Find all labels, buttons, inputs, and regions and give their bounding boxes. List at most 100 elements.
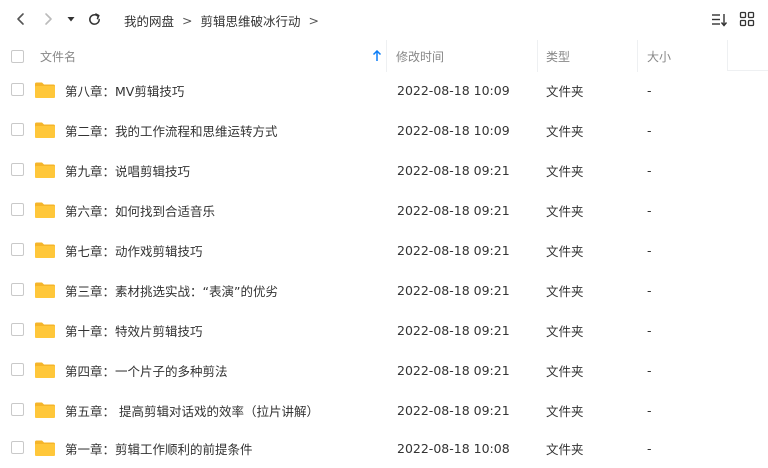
sort-ascending-icon[interactable] (372, 40, 382, 72)
folder-icon (35, 282, 55, 298)
modified-time: 2022-08-18 09:21 (397, 162, 510, 178)
file-type: 文件夹 (546, 203, 584, 219)
header-name[interactable]: 文件名 (40, 40, 76, 72)
select-all-cell (11, 40, 24, 72)
table-row[interactable]: 第三章：素材挑选实战：“表演”的优劣 2022-08-18 09:21 文件夹 … (0, 270, 768, 310)
column-divider[interactable] (537, 40, 538, 72)
folder-icon (35, 202, 55, 218)
folder-icon (35, 402, 55, 418)
breadcrumb-item-root[interactable]: 我的网盘 (124, 11, 174, 30)
file-name[interactable]: 第九章：说唱剪辑技巧 (65, 150, 190, 190)
file-type: 文件夹 (546, 243, 584, 259)
row-checkbox[interactable] (11, 243, 24, 256)
toolbar: 我的网盘 > 剪辑思维破冰行动 > (0, 0, 768, 40)
row-checkbox[interactable] (11, 403, 24, 416)
modified-time: 2022-08-18 09:21 (397, 202, 510, 218)
table-row[interactable]: 第二章：我的工作流程和思维运转方式 2022-08-18 10:09 文件夹 - (0, 110, 768, 150)
refresh-button[interactable] (83, 8, 105, 30)
file-name[interactable]: 第七章：动作戏剪辑技巧 (65, 230, 203, 270)
row-checkbox[interactable] (11, 323, 24, 336)
file-size: - (647, 362, 652, 378)
file-size: - (647, 242, 652, 258)
column-divider[interactable] (386, 40, 387, 72)
sort-list-icon (712, 14, 728, 27)
modified-time: 2022-08-18 09:21 (397, 242, 510, 258)
column-divider[interactable] (637, 40, 638, 72)
file-name[interactable]: 第二章：我的工作流程和思维运转方式 (65, 110, 278, 150)
file-name[interactable]: 第三章：素材挑选实战：“表演”的优劣 (65, 270, 278, 310)
file-name[interactable]: 第五章： 提高剪辑对话戏的效率（拉片讲解） (65, 390, 319, 430)
file-size: - (647, 440, 652, 456)
modified-time: 2022-08-18 10:08 (397, 440, 510, 456)
folder-icon (35, 362, 55, 378)
up-arrow-icon (372, 50, 382, 61)
row-checkbox[interactable] (11, 363, 24, 376)
row-checkbox[interactable] (11, 203, 24, 216)
breadcrumb-separator: > (182, 12, 193, 28)
history-dropdown-button[interactable] (62, 8, 80, 30)
breadcrumb-item-current[interactable]: 剪辑思维破冰行动 (201, 11, 301, 30)
modified-time: 2022-08-18 09:21 (397, 282, 510, 298)
file-type: 文件夹 (546, 403, 584, 419)
folder-icon (35, 162, 55, 178)
folder-icon (35, 122, 55, 138)
table-row[interactable]: 第十章：特效片剪辑技巧 2022-08-18 09:21 文件夹 - (0, 310, 768, 350)
file-size: - (647, 322, 652, 338)
table-row[interactable]: 第四章：一个片子的多种剪法 2022-08-18 09:21 文件夹 - (0, 350, 768, 390)
row-checkbox[interactable] (11, 163, 24, 176)
file-size: - (647, 122, 652, 138)
back-button[interactable] (10, 8, 32, 30)
header-type[interactable]: 类型 (546, 40, 570, 72)
grid-view-button[interactable] (739, 11, 757, 29)
file-name[interactable]: 第八章：MV剪辑技巧 (65, 70, 184, 110)
file-name[interactable]: 第六章：如何找到合适音乐 (65, 190, 215, 230)
table-row[interactable]: 第八章：MV剪辑技巧 2022-08-18 10:09 文件夹 - (0, 70, 768, 110)
file-size: - (647, 282, 652, 298)
breadcrumb: 我的网盘 > 剪辑思维破冰行动 > (124, 0, 327, 40)
table-row[interactable]: 第七章：动作戏剪辑技巧 2022-08-18 09:21 文件夹 - (0, 230, 768, 270)
modified-time: 2022-08-18 10:09 (397, 122, 510, 138)
breadcrumb-separator: > (308, 12, 319, 28)
file-size: - (647, 82, 652, 98)
row-checkbox[interactable] (11, 83, 24, 96)
folder-icon (35, 82, 55, 98)
file-name[interactable]: 第十章：特效片剪辑技巧 (65, 310, 203, 350)
file-type: 文件夹 (546, 123, 584, 139)
table-row[interactable]: 第九章：说唱剪辑技巧 2022-08-18 09:21 文件夹 - (0, 150, 768, 190)
select-all-checkbox[interactable] (11, 49, 24, 63)
table-row[interactable]: 第五章： 提高剪辑对话戏的效率（拉片讲解） 2022-08-18 09:21 文… (0, 390, 768, 430)
file-size: - (647, 162, 652, 178)
caret-down-icon (67, 17, 75, 22)
file-type: 文件夹 (546, 163, 584, 179)
modified-time: 2022-08-18 09:21 (397, 362, 510, 378)
file-type: 文件夹 (546, 441, 584, 457)
folder-icon (35, 322, 55, 338)
file-name[interactable]: 第一章：剪辑工作顺利的前提条件 (65, 428, 253, 468)
row-checkbox[interactable] (11, 441, 24, 454)
table-header: 文件名 修改时间 类型 大小 (0, 40, 768, 72)
sort-button[interactable] (710, 11, 728, 29)
chevron-right-icon (45, 13, 52, 25)
grid-view-icon (739, 11, 755, 27)
header-modified[interactable]: 修改时间 (396, 40, 444, 72)
modified-time: 2022-08-18 09:21 (397, 402, 510, 418)
file-size: - (647, 402, 652, 418)
file-type: 文件夹 (546, 83, 584, 99)
file-type: 文件夹 (546, 283, 584, 299)
table-row[interactable]: 第六章：如何找到合适音乐 2022-08-18 09:21 文件夹 - (0, 190, 768, 230)
forward-button[interactable] (37, 8, 59, 30)
header-size[interactable]: 大小 (647, 40, 671, 72)
file-type: 文件夹 (546, 323, 584, 339)
column-divider (727, 40, 728, 70)
file-size: - (647, 202, 652, 218)
modified-time: 2022-08-18 10:09 (397, 82, 510, 98)
file-type: 文件夹 (546, 363, 584, 379)
row-checkbox[interactable] (11, 123, 24, 136)
folder-icon (35, 242, 55, 258)
refresh-icon (88, 12, 100, 25)
folder-icon (35, 440, 55, 456)
file-name[interactable]: 第四章：一个片子的多种剪法 (65, 350, 228, 390)
table-row[interactable]: 第一章：剪辑工作顺利的前提条件 2022-08-18 10:08 文件夹 - (0, 428, 768, 468)
chevron-left-icon (17, 13, 24, 25)
row-checkbox[interactable] (11, 283, 24, 296)
